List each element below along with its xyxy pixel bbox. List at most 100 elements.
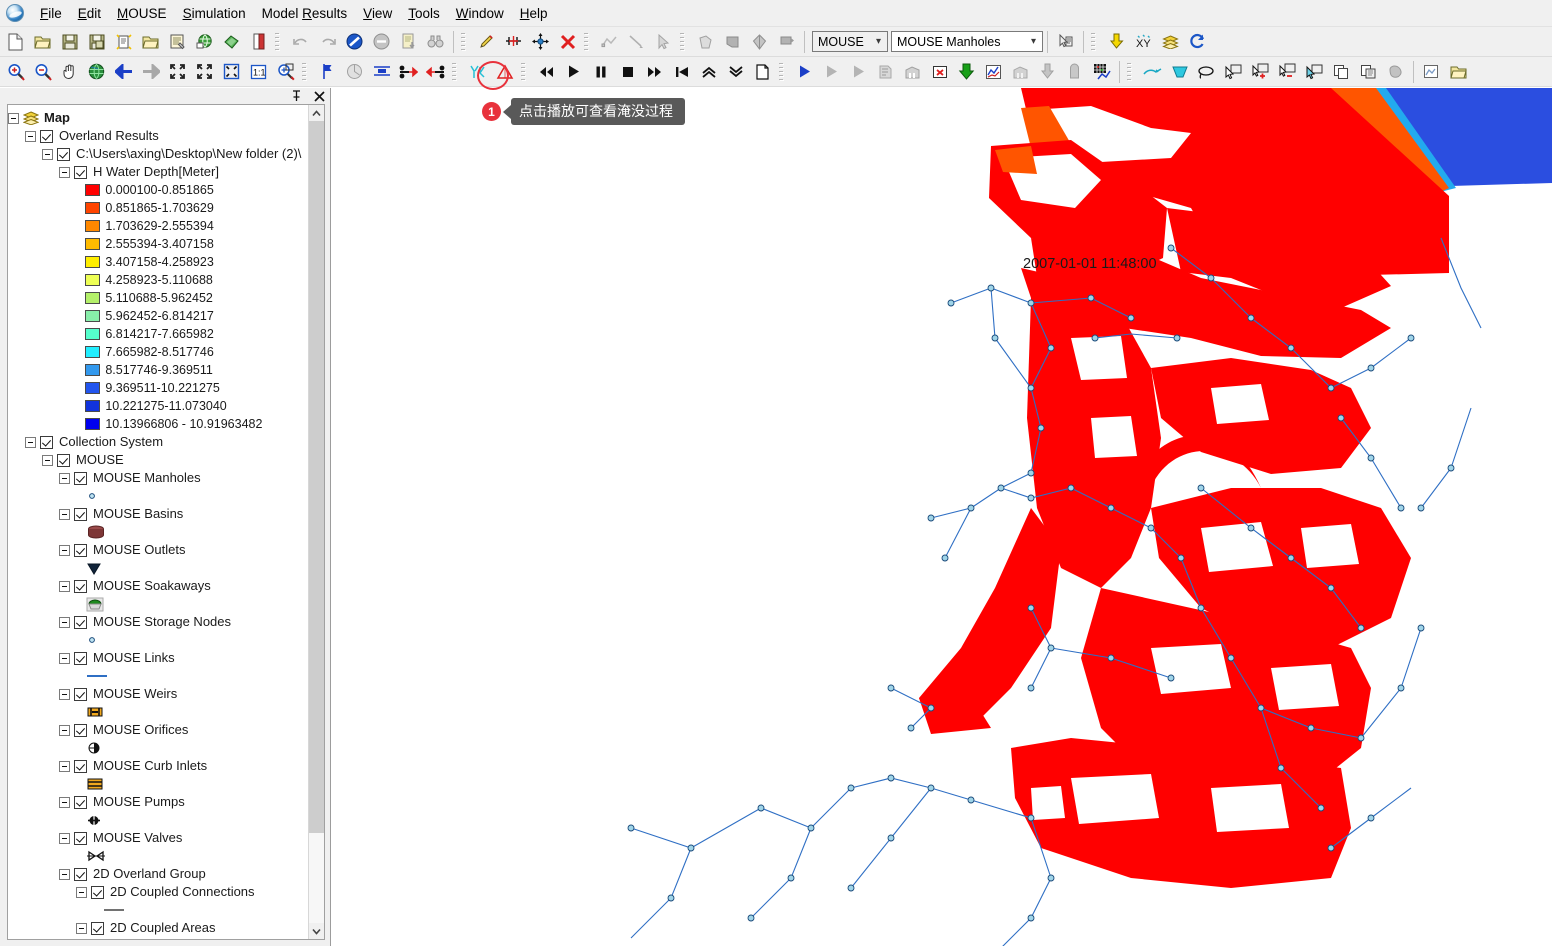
tree-checkbox[interactable] <box>74 723 87 737</box>
zoom-selection-icon[interactable] <box>219 59 244 84</box>
globe-zoom-icon[interactable] <box>84 59 109 84</box>
clear-selection-icon[interactable] <box>1383 59 1408 84</box>
scrollbar-track[interactable] <box>309 833 324 923</box>
legend-item[interactable]: 2.555394-3.407158 <box>8 235 308 253</box>
play-button[interactable] <box>561 59 586 84</box>
full-extent-icon[interactable] <box>192 59 217 84</box>
tree-item-overland-results[interactable]: Overland Results <box>8 127 308 145</box>
select-rectangle-icon[interactable] <box>1167 59 1192 84</box>
run-batch-icon[interactable] <box>846 59 871 84</box>
layers-stack-icon[interactable] <box>1158 29 1183 54</box>
legend-item[interactable]: 9.369511-10.221275 <box>8 379 308 397</box>
zoom-out-icon[interactable] <box>30 59 55 84</box>
network-branch-icon[interactable] <box>465 59 490 84</box>
tree-expander[interactable] <box>76 886 87 898</box>
rectangle-fill-icon[interactable] <box>720 29 745 54</box>
longitudinal-profile-icon[interactable] <box>369 59 394 84</box>
building-result-icon[interactable] <box>900 59 925 84</box>
legend-item[interactable]: 5.962452-6.814217 <box>8 307 308 325</box>
flag-fill-icon[interactable] <box>774 29 799 54</box>
rewind-button[interactable] <box>534 59 559 84</box>
document-open-icon[interactable] <box>246 29 271 54</box>
tree-expander[interactable] <box>42 454 53 466</box>
move-feature-icon[interactable] <box>528 29 553 54</box>
list-download-icon[interactable] <box>396 29 421 54</box>
save-all-icon[interactable] <box>84 29 109 54</box>
tree-expander[interactable] <box>42 148 53 160</box>
flow-direction-left-icon[interactable] <box>423 59 448 84</box>
scroll-down-icon[interactable] <box>309 923 324 939</box>
tree-item-mouse-valves[interactable]: MOUSE Valves <box>8 829 308 847</box>
legend-item[interactable]: 0.000100-0.851865 <box>8 181 308 199</box>
close-result-icon[interactable] <box>927 59 952 84</box>
profile-circle-icon[interactable] <box>342 59 367 84</box>
tree-item-result-file[interactable]: C:\Users\axing\Desktop\New folder (2)\ <box>8 145 308 163</box>
bar-chart-icon[interactable] <box>1008 59 1033 84</box>
map-view[interactable]: 2007-01-01 11:48:00 <box>330 88 1552 946</box>
tree-item-mouse-weirs[interactable]: MOUSE Weirs <box>8 685 308 703</box>
flood-map-canvas[interactable] <box>331 88 1552 946</box>
binoculars-find-icon[interactable] <box>423 29 448 54</box>
legend-item[interactable]: 4.258923-5.110688 <box>8 271 308 289</box>
tree-expander[interactable] <box>25 130 36 142</box>
fast-forward-button[interactable] <box>642 59 667 84</box>
legend-item[interactable]: 1.703629-2.555394 <box>8 217 308 235</box>
project-properties-icon[interactable] <box>165 29 190 54</box>
flag-marker-icon[interactable] <box>315 59 340 84</box>
tree-expander[interactable] <box>59 544 70 556</box>
tree-expander[interactable] <box>59 616 70 628</box>
tree-item-mouse[interactable]: MOUSE <box>8 451 308 469</box>
copy-selection-icon[interactable] <box>1329 59 1354 84</box>
pin-icon[interactable] <box>291 90 302 102</box>
pan-hand-icon[interactable] <box>57 59 82 84</box>
statistics-icon[interactable] <box>1062 59 1087 84</box>
menu-item-tools[interactable]: Tools <box>400 2 448 25</box>
animation-frame-button[interactable] <box>750 59 775 84</box>
next-extent-icon[interactable] <box>138 59 163 84</box>
menu-item-model-results[interactable]: Model Results <box>254 2 356 25</box>
tree-expander[interactable] <box>25 436 36 448</box>
grid-chart-icon[interactable] <box>1089 59 1114 84</box>
import-globe-icon[interactable] <box>192 29 217 54</box>
tree-checkbox[interactable] <box>91 921 104 935</box>
load-result-icon[interactable] <box>954 59 979 84</box>
legend-item[interactable]: 6.814217-7.665982 <box>8 325 308 343</box>
menu-item-help[interactable]: Help <box>512 2 556 25</box>
tree-item-mouse-curb-inlets[interactable]: MOUSE Curb Inlets <box>8 757 308 775</box>
tree-item-2d-overland-group[interactable]: 2D Overland Group <box>8 865 308 883</box>
digitize-line-icon[interactable] <box>624 29 649 54</box>
select-switch-icon[interactable] <box>1302 59 1327 84</box>
tree-checkbox[interactable] <box>74 867 87 881</box>
layers-tree-scrollbar[interactable] <box>308 105 324 939</box>
run-simulation-icon[interactable] <box>792 59 817 84</box>
tree-item-mouse-pumps[interactable]: MOUSE Pumps <box>8 793 308 811</box>
pointer-layer-icon[interactable] <box>1053 29 1078 54</box>
tree-checkbox[interactable] <box>74 507 87 521</box>
stop-circle-icon[interactable] <box>369 29 394 54</box>
tree-checkbox[interactable] <box>74 651 87 665</box>
tree-checkbox[interactable] <box>91 885 104 899</box>
grid-result-icon[interactable] <box>873 59 898 84</box>
tree-item-2d-coupled-connections[interactable]: 2D Coupled Connections <box>8 883 308 901</box>
tree-checkbox[interactable] <box>74 831 87 845</box>
xy-points-icon[interactable]: XY <box>1131 29 1156 54</box>
legend-item[interactable]: 8.517746-9.369511 <box>8 361 308 379</box>
menu-item-file[interactable]: File <box>32 2 70 25</box>
close-icon[interactable] <box>314 90 325 102</box>
export-globe-icon[interactable] <box>219 29 244 54</box>
tree-item-mouse-basins[interactable]: MOUSE Basins <box>8 505 308 523</box>
menu-item-edit[interactable]: Edit <box>70 2 109 25</box>
tree-expander[interactable] <box>59 580 70 592</box>
delete-feature-icon[interactable] <box>555 29 580 54</box>
open-project-icon[interactable] <box>138 29 163 54</box>
tree-item-water-depth[interactable]: H Water Depth[Meter] <box>8 163 308 181</box>
undo-icon[interactable] <box>288 29 313 54</box>
skip-start-button[interactable] <box>669 59 694 84</box>
menu-item-mouse[interactable]: MOUSE <box>109 2 175 25</box>
tree-checkbox[interactable] <box>74 165 87 179</box>
stop-button[interactable] <box>615 59 640 84</box>
tree-checkbox[interactable] <box>74 759 87 773</box>
tree-checkbox[interactable] <box>74 543 87 557</box>
save-icon[interactable] <box>57 29 82 54</box>
tree-item-map[interactable]: Map <box>8 109 308 127</box>
